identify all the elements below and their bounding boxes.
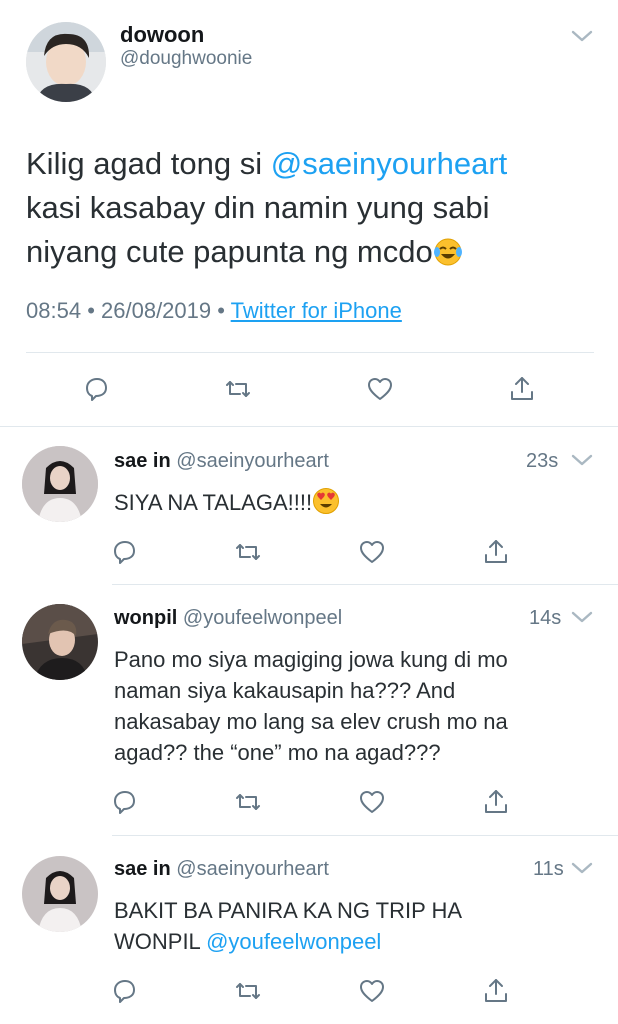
divider [112,584,618,585]
tweet-text-prefix: Kilig agad tong si [26,146,271,181]
reply-icon[interactable] [108,536,140,568]
chevron-down-icon[interactable] [566,852,598,884]
reply-header: wonpil @youfeelwonpeel [114,607,342,630]
like-icon[interactable] [356,975,388,1007]
avatar-image [22,856,98,932]
reply-icon[interactable] [108,975,140,1007]
avatar-image [22,604,98,680]
reply-author-handle[interactable]: @youfeelwonpeel [183,607,342,629]
avatar[interactable] [22,604,98,680]
share-icon[interactable] [480,975,512,1007]
tweet-meta: 08:54 • 26/08/2019 • Twitter for iPhone [26,298,402,324]
chevron-down-icon[interactable] [566,444,598,476]
reply-author-name[interactable]: sae in [114,450,171,472]
reply-author-handle[interactable]: @saeinyourheart [176,858,329,880]
tweet-text: Kilig agad tong si @saeinyourheart kasi … [26,142,606,279]
reply-text: BAKIT BA PANIRA KA NG TRIP HA WONPIL @yo… [114,895,462,957]
share-icon[interactable] [480,536,512,568]
share-icon[interactable] [480,786,512,818]
retweet-icon[interactable] [232,786,264,818]
chevron-down-icon[interactable] [566,601,598,633]
reply-text-line: Pano mo siya magiging jowa kung di mo [114,647,508,672]
divider [112,835,618,836]
reply-text-line: BAKIT BA PANIRA KA NG TRIP HA [114,898,463,923]
tweet-text-line3: niyang cute papunta ng mcdo [26,230,606,279]
tweet-time: 08:54 [26,298,82,323]
tears-of-joy-emoji [433,235,463,279]
meta-separator: • [217,298,225,323]
reply-text-line: nakasabay mo lang sa elev crush mo na [114,709,508,734]
meta-separator: • [87,298,95,323]
reply-timestamp: 11s [533,858,564,880]
tweet-text-line3-text: niyang cute papunta ng mcdo [26,234,433,269]
reply-author-name[interactable]: sae in [114,858,171,880]
retweet-icon[interactable] [222,373,254,405]
reply-icon[interactable] [80,373,112,405]
reply-timestamp: 23s [526,450,559,472]
avatar-image [22,446,98,522]
mention-link[interactable]: @saeinyourheart [271,146,508,181]
retweet-icon[interactable] [232,975,264,1007]
reply-author-handle[interactable]: @saeinyourheart [176,450,329,472]
reply-header: sae in @saeinyourheart [114,858,329,881]
reply-text: Pano mo siya magiging jowa kung di mo na… [114,644,508,768]
reply-text-prefix: WONPIL [114,929,207,954]
reply-text-line: naman siya kakausapin ha??? And [114,678,456,703]
divider [0,426,618,427]
author-handle[interactable]: @doughwoonie [120,48,252,70]
author-name[interactable]: dowoon [120,22,204,48]
avatar[interactable] [22,446,98,522]
tweet-text-line1: Kilig agad tong si @saeinyourheart [26,142,606,186]
reply-header: sae in @saeinyourheart [114,450,329,473]
mention-link[interactable]: @youfeelwonpeel [206,929,381,954]
reply-icon[interactable] [108,786,140,818]
share-icon[interactable] [506,373,538,405]
avatar[interactable] [26,22,106,102]
reply-text: SIYA NA TALAGA!!!! [114,487,340,523]
tweet-source-link[interactable]: Twitter for iPhone [231,298,402,323]
reply-author-name[interactable]: wonpil [114,607,177,629]
tweet-text-line2: kasi kasabay din namin yung sabi [26,190,490,225]
like-icon[interactable] [364,373,396,405]
avatar-image [26,22,106,102]
reply-text-line: SIYA NA TALAGA!!!! [114,490,313,515]
chevron-down-icon[interactable] [566,20,598,52]
divider [26,352,594,353]
heart-eyes-emoji [312,487,340,523]
reply-text-line: WONPIL @youfeelwonpeel [114,926,462,957]
avatar[interactable] [22,856,98,932]
like-icon[interactable] [356,536,388,568]
like-icon[interactable] [356,786,388,818]
retweet-icon[interactable] [232,536,264,568]
reply-text-line: agad?? the “one” mo na agad??? [114,740,441,765]
reply-timestamp: 14s [529,607,562,629]
tweet-date: 26/08/2019 [101,298,212,323]
